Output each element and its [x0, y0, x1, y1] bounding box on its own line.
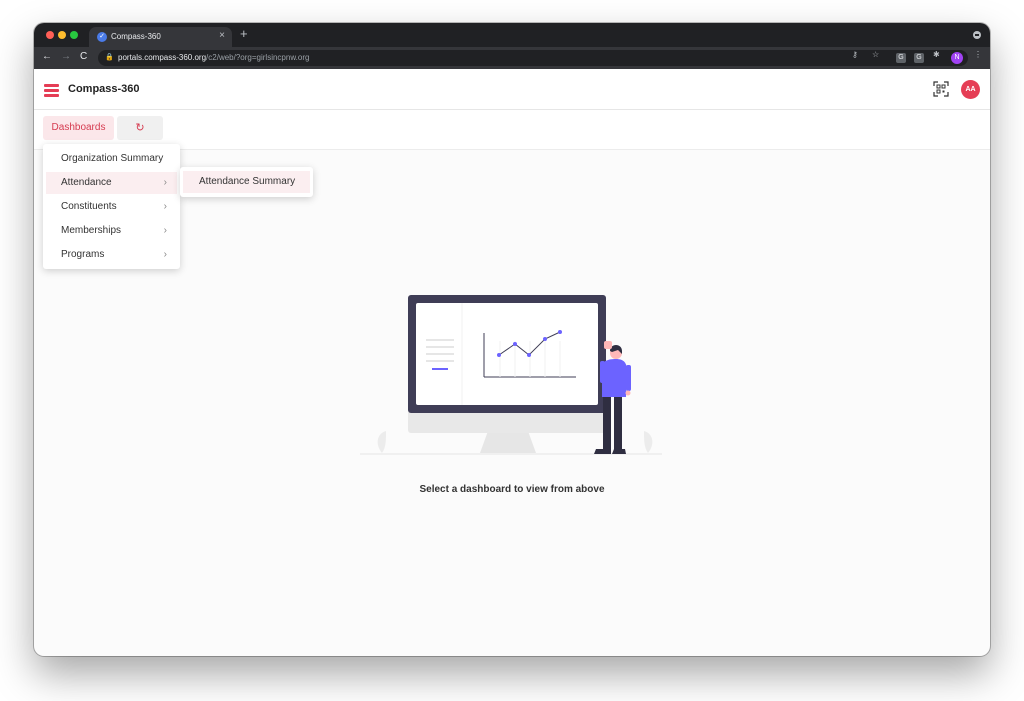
menu-item-label: Constituents [61, 201, 117, 212]
menu-item-label: Memberships [61, 225, 122, 236]
refresh-icon: ↻ [135, 122, 145, 134]
browser-profile-avatar[interactable]: N [951, 52, 963, 64]
close-window-button[interactable] [46, 31, 54, 39]
menu-item-attendance[interactable]: Attendance › [46, 172, 177, 194]
menu-item-constituents[interactable]: Constituents › [46, 196, 177, 218]
qr-scan-icon[interactable] [933, 81, 949, 97]
user-avatar[interactable]: AA [961, 80, 980, 99]
browser-toolbar: ← → C 🔒 portals.compass-360.org/c2/web/?… [34, 47, 990, 69]
attendance-submenu: Attendance Summary [180, 167, 313, 197]
dashboards-button[interactable]: Dashboards [43, 116, 114, 140]
chevron-right-icon: › [163, 249, 167, 260]
address-bar[interactable]: 🔒 portals.compass-360.org/c2/web/?org=gi… [98, 50, 968, 66]
chevron-right-icon: › [163, 201, 167, 212]
menu-item-label: Programs [61, 249, 105, 260]
extension-g-icon[interactable]: G [914, 53, 924, 63]
menu-item-memberships[interactable]: Memberships › [46, 220, 177, 242]
minimize-window-button[interactable] [58, 31, 66, 39]
browser-tab[interactable]: ✓ Compass-360 × [89, 27, 232, 47]
maximize-window-button[interactable] [70, 31, 78, 39]
tab-title: Compass-360 [111, 32, 161, 41]
hamburger-menu-icon[interactable] [44, 84, 59, 97]
menu-item-label: Organization Summary [61, 153, 164, 164]
new-tab-button[interactable]: + [240, 26, 248, 41]
lock-icon: 🔒 [105, 54, 114, 61]
dashboards-dropdown-menu: Organization Summary Attendance › Consti… [43, 144, 180, 269]
compass-favicon-icon: ✓ [97, 32, 107, 42]
tab-close-icon[interactable]: × [219, 30, 225, 41]
extension-g-icon[interactable]: G [896, 53, 906, 63]
menu-item-organization-summary[interactable]: Organization Summary [46, 148, 177, 170]
refresh-button[interactable]: ↻ [117, 116, 163, 140]
tab-strip: ✓ Compass-360 × + [34, 23, 990, 47]
reload-icon[interactable]: C [80, 51, 87, 62]
app-header: Compass-360 AA [34, 69, 990, 110]
back-arrow-icon[interactable]: ← [42, 51, 52, 62]
dashboard-empty-illustration [360, 295, 662, 455]
menu-item-label: Attendance [61, 177, 112, 188]
key-icon[interactable]: ⚷ [852, 50, 858, 59]
forward-arrow-icon[interactable]: → [61, 51, 71, 62]
tab-search-icon[interactable] [973, 31, 981, 39]
submenu-item-attendance-summary[interactable]: Attendance Summary [183, 171, 310, 193]
browser-window: ✓ Compass-360 × + ← → C 🔒 portals.compas… [34, 23, 990, 656]
bookmark-star-icon[interactable]: ☆ [872, 50, 879, 59]
empty-state-message: Select a dashboard to view from above [419, 484, 605, 495]
kebab-menu-icon[interactable]: ⋮ [974, 50, 982, 59]
extensions-puzzle-icon[interactable]: ✱ [933, 50, 940, 59]
url-text: portals.compass-360.org/c2/web/?org=girl… [118, 53, 310, 62]
app-title: Compass-360 [68, 83, 140, 95]
chevron-right-icon: › [163, 177, 167, 188]
menu-item-programs[interactable]: Programs › [46, 244, 177, 266]
chevron-right-icon: › [163, 225, 167, 236]
